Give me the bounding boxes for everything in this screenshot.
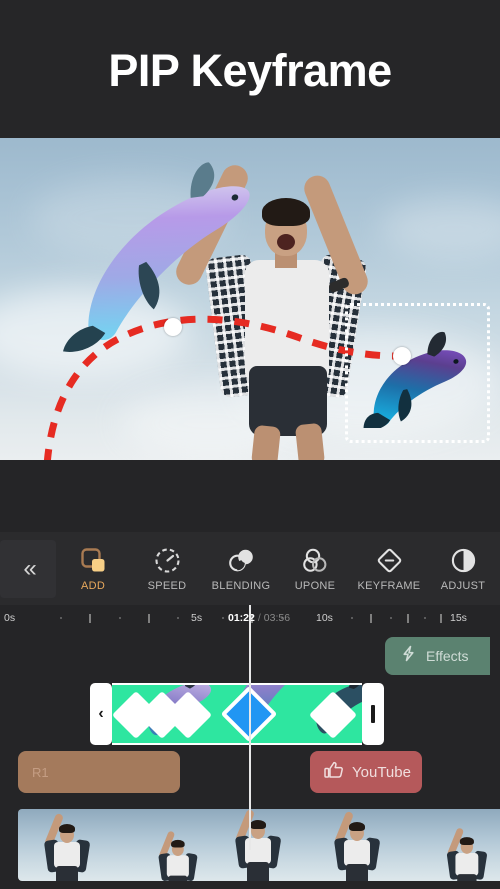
timeline-playhead[interactable] <box>249 605 251 850</box>
title-bar: PIP Keyframe <box>0 0 500 138</box>
adjust-contrast-icon <box>448 545 478 575</box>
filmstrip-frame[interactable] <box>308 809 405 881</box>
track-youtube-label: YouTube <box>352 764 411 781</box>
effects-label: Effects <box>426 648 469 664</box>
clip-trim-handle-right[interactable] <box>362 683 384 745</box>
filmstrip-frame[interactable] <box>211 809 308 881</box>
video-preview[interactable] <box>0 138 500 460</box>
tool-keyframe[interactable]: KEYFRAME <box>352 545 426 592</box>
blending-circles-icon <box>226 545 256 575</box>
time-separator: / <box>258 612 261 624</box>
filmstrip-frame[interactable] <box>115 809 212 881</box>
chevron-left-icon: ‹ <box>98 705 103 723</box>
ruler-mark: 5s <box>191 605 202 631</box>
ruler-mark: 0s <box>4 605 15 631</box>
filmstrip-frame[interactable] <box>404 809 500 881</box>
effects-button[interactable]: Effects <box>385 637 490 675</box>
trim-bar-icon <box>371 705 375 723</box>
tool-label: SPEED <box>148 580 187 592</box>
clip-trim-handle-left[interactable]: ‹ <box>90 683 112 745</box>
track-r1-label: R1 <box>32 765 49 780</box>
total-time: 03:56 <box>264 612 290 624</box>
upone-circles-icon <box>300 545 330 575</box>
tool-blending[interactable]: BLENDING <box>204 545 278 592</box>
track-r1[interactable]: R1 <box>18 751 180 793</box>
tool-speed[interactable]: SPEED <box>130 545 204 592</box>
pip-selection-box[interactable] <box>345 303 490 443</box>
editing-toolbar: « ADD SPEED <box>0 532 500 605</box>
ruler-mark: 15s <box>450 605 467 631</box>
pip-clip[interactable] <box>112 683 362 745</box>
page-title: PIP Keyframe <box>108 45 391 97</box>
timecode-display: 01:22 / 03:56 <box>228 605 290 631</box>
main-video-filmstrip[interactable] <box>18 809 500 881</box>
speed-gauge-icon <box>152 545 182 575</box>
tool-label: UPONE <box>295 580 336 592</box>
keyframe-anchor-dot[interactable] <box>393 347 411 365</box>
ruler-mark: 10s <box>316 605 333 631</box>
lightning-bolt-icon <box>399 644 418 668</box>
tool-list: ADD SPEED <box>56 545 500 592</box>
tool-label: BLENDING <box>212 580 271 592</box>
thumbs-up-icon <box>324 760 344 785</box>
keyframe-anchor-dot[interactable] <box>164 318 182 336</box>
tool-label: ADD <box>81 580 105 592</box>
preview-spacer <box>0 460 500 532</box>
chevron-double-left-icon: « <box>23 557 32 581</box>
current-time: 01:22 <box>228 612 255 624</box>
tool-upone[interactable]: UPONE <box>278 545 352 592</box>
add-pip-icon <box>78 545 108 575</box>
keyframe-diamond-minus-icon <box>374 545 404 575</box>
tool-add[interactable]: ADD <box>56 545 130 592</box>
tool-label: ADJUST <box>441 580 486 592</box>
track-youtube[interactable]: YouTube <box>310 751 422 793</box>
collapse-toolbar-button[interactable]: « <box>0 540 56 598</box>
tool-label: KEYFRAME <box>358 580 421 592</box>
filmstrip-frame[interactable] <box>18 809 115 881</box>
app-root: PIP Keyframe <box>0 0 500 889</box>
tool-adjust[interactable]: ADJUST <box>426 545 500 592</box>
